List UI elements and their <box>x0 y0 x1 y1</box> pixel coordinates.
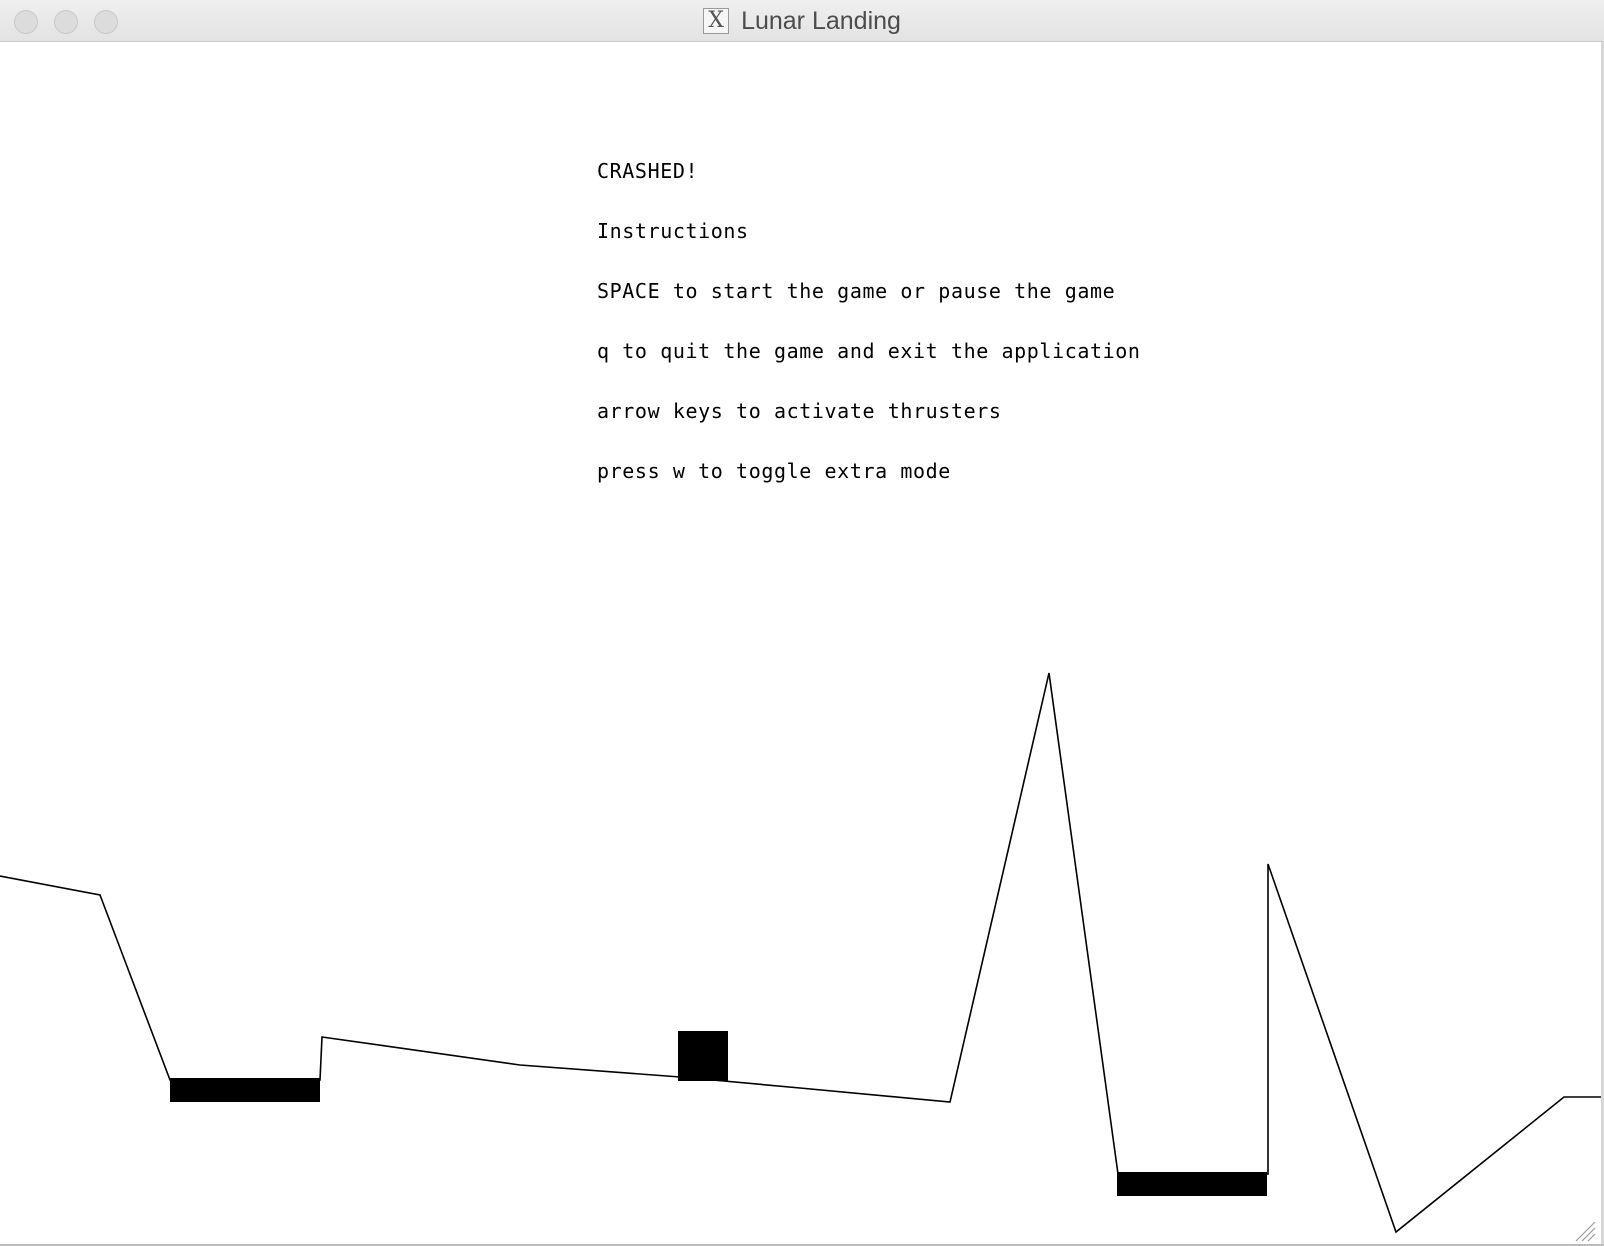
window-title-group: X Lunar Landing <box>0 0 1604 42</box>
window-title: Lunar Landing <box>741 6 901 35</box>
lander <box>678 1031 728 1081</box>
title-bar[interactable]: X Lunar Landing <box>0 0 1604 42</box>
game-canvas[interactable]: CRASHED! Instructions SPACE to start the… <box>0 42 1604 1246</box>
terrain-line <box>0 672 1604 1234</box>
terrain-layer <box>0 672 1604 1234</box>
app-window: X Lunar Landing CRASHED! Instructions SP… <box>0 0 1604 1246</box>
landing-pad <box>1117 1172 1267 1196</box>
landing-pad <box>170 1078 320 1102</box>
x11-icon: X <box>703 8 730 34</box>
resize-grip-icon[interactable] <box>1574 1220 1596 1242</box>
